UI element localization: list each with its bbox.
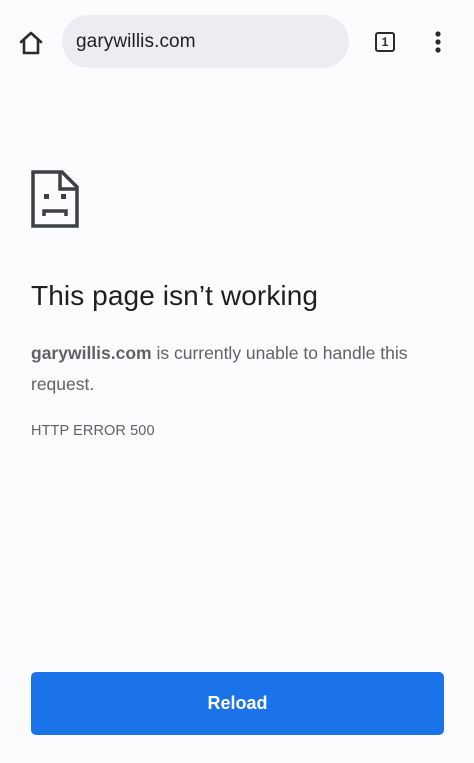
tab-count: 1 [381,35,389,49]
address-bar[interactable]: garywillis.com [62,15,349,68]
sad-page-icon [31,170,79,228]
browser-toolbar: garywillis.com 1 [0,0,474,84]
tab-switcher-button[interactable]: 1 [372,29,398,55]
menu-button[interactable] [428,29,448,55]
error-code: HTTP ERROR 500 [31,423,155,439]
error-host: garywillis.com [31,343,152,363]
error-title: This page isn’t working [31,280,319,311]
error-description: garywillis.com is currently unable to ha… [31,338,446,400]
reload-button[interactable]: Reload [31,672,444,735]
url-text: garywillis.com [76,30,196,52]
home-button[interactable] [16,28,46,58]
more-vert-icon [435,31,441,53]
home-icon [19,31,43,55]
browser-page: garywillis.com 1 This page isn’t working… [0,0,474,763]
tab-count-badge: 1 [375,32,395,52]
